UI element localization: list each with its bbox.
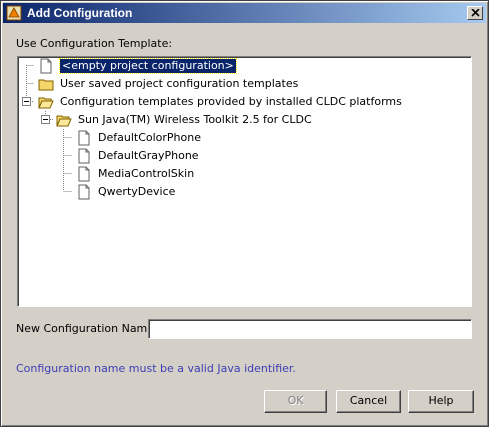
close-icon xyxy=(471,9,480,17)
collapse-toggle-cldc-templates[interactable] xyxy=(22,97,31,106)
tree-node-label: User saved project configuration templat… xyxy=(60,77,299,90)
tree-node-label: DefaultColorPhone xyxy=(98,131,201,144)
document-icon xyxy=(78,184,90,200)
ok-button[interactable]: OK xyxy=(264,390,327,413)
window-title: Add Configuration xyxy=(27,6,133,20)
template-label: Use Configuration Template: xyxy=(16,37,173,50)
help-button[interactable]: Help xyxy=(408,390,474,413)
tree-node-label: Configuration templates provided by inst… xyxy=(60,95,402,108)
configuration-name-label: New Configuration Name: xyxy=(16,322,158,335)
tree-node-label: QwertyDevice xyxy=(98,185,176,198)
tree-node-label: MediaControlSkin xyxy=(98,167,195,180)
configuration-name-input[interactable] xyxy=(148,319,472,339)
document-icon xyxy=(78,166,90,182)
title-bar[interactable]: Add Configuration xyxy=(3,3,486,23)
folder-open-icon xyxy=(56,115,72,127)
close-button[interactable] xyxy=(467,6,483,20)
cancel-button[interactable]: Cancel xyxy=(336,390,401,413)
document-icon xyxy=(40,58,52,74)
document-icon xyxy=(78,148,90,164)
validation-hint: Configuration name must be a valid Java … xyxy=(16,362,296,375)
tree-node-label: Sun Java(TM) Wireless Toolkit 2.5 for CL… xyxy=(78,113,312,126)
tree-node-label: <empty project configuration> xyxy=(59,58,237,74)
collapse-toggle-wireless-toolkit[interactable] xyxy=(41,115,50,124)
add-configuration-dialog: Add Configuration Use Configuration Temp… xyxy=(0,0,489,427)
template-tree[interactable]: <empty project configuration> User saved… xyxy=(17,56,472,307)
folder-icon xyxy=(38,79,54,91)
app-icon xyxy=(6,5,22,21)
tree-node-label: DefaultGrayPhone xyxy=(98,149,199,162)
folder-open-icon xyxy=(38,97,54,109)
document-icon xyxy=(78,130,90,146)
